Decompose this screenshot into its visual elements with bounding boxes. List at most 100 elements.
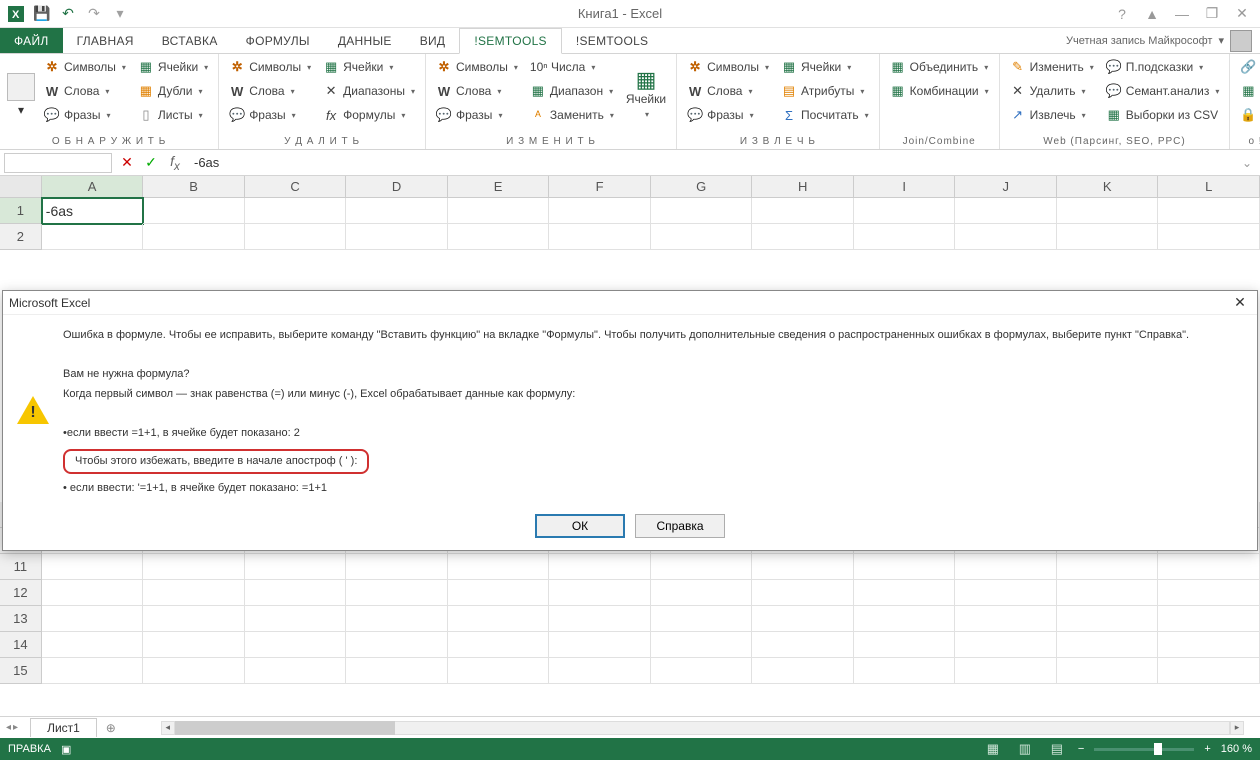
phrases-button[interactable]: 💬Фразы▾ xyxy=(432,104,522,126)
cell[interactable] xyxy=(854,658,956,684)
tab-semtools-2[interactable]: !SEMTools xyxy=(562,28,663,53)
cells-button[interactable]: ▦Ячейки▾ xyxy=(134,56,212,78)
name-box[interactable] xyxy=(4,153,112,173)
cell[interactable] xyxy=(245,580,347,606)
words-button[interactable]: WСлова▾ xyxy=(432,80,522,102)
dialog-close-button[interactable]: ✕ xyxy=(1229,294,1251,312)
cell[interactable] xyxy=(245,198,347,224)
zoom-out-button[interactable]: − xyxy=(1078,743,1084,755)
row-header[interactable]: 12 xyxy=(0,580,42,606)
col-header-i[interactable]: I xyxy=(854,176,956,197)
phrases-button[interactable]: 💬Фразы▾ xyxy=(683,104,773,126)
tab-home[interactable]: ГЛАВНАЯ xyxy=(63,28,148,53)
tab-view[interactable]: ВИД xyxy=(406,28,460,53)
cells-button[interactable]: ▦Ячейки▾ xyxy=(777,56,873,78)
col-header-l[interactable]: L xyxy=(1158,176,1260,197)
zoom-value[interactable]: 160 % xyxy=(1221,743,1252,755)
cell[interactable] xyxy=(752,580,854,606)
save-button[interactable]: 💾 xyxy=(30,3,54,25)
cell[interactable] xyxy=(245,554,347,580)
words-button[interactable]: WСлова▾ xyxy=(225,80,315,102)
cell[interactable] xyxy=(42,632,144,658)
cell[interactable] xyxy=(854,580,956,606)
cell[interactable] xyxy=(651,580,753,606)
phrases-button[interactable]: 💬Фразы▾ xyxy=(225,104,315,126)
cell[interactable] xyxy=(448,224,550,250)
formulas-button[interactable]: fxФормулы▾ xyxy=(319,104,419,126)
cell[interactable] xyxy=(549,606,651,632)
cell[interactable] xyxy=(143,580,245,606)
cell[interactable] xyxy=(854,198,956,224)
horizontal-scrollbar[interactable]: ◂ ▸ xyxy=(161,721,1244,735)
cell[interactable] xyxy=(549,554,651,580)
cell[interactable] xyxy=(854,224,956,250)
cell[interactable] xyxy=(752,658,854,684)
col-header-h[interactable]: H xyxy=(752,176,854,197)
cell[interactable] xyxy=(651,606,753,632)
cell[interactable] xyxy=(651,554,753,580)
cell[interactable] xyxy=(245,632,347,658)
cell[interactable] xyxy=(1057,554,1159,580)
cell[interactable] xyxy=(549,632,651,658)
cell[interactable] xyxy=(955,580,1057,606)
cancel-edit-button[interactable]: ✕ xyxy=(116,153,138,173)
cell[interactable] xyxy=(651,198,753,224)
cell[interactable] xyxy=(1158,198,1260,224)
cell[interactable] xyxy=(346,580,448,606)
merge-button[interactable]: ▦Объединить▾ xyxy=(886,56,993,78)
cell[interactable] xyxy=(143,606,245,632)
license-button[interactable]: 🔒Лицензия▾ xyxy=(1236,104,1260,126)
range-button[interactable]: ▦Диапазон▾ xyxy=(526,80,618,102)
tab-formulas[interactable]: ФОРМУЛЫ xyxy=(232,28,324,53)
extract-button[interactable]: ↗Извлечь▾ xyxy=(1006,104,1098,126)
cell[interactable] xyxy=(448,580,550,606)
cell[interactable] xyxy=(1158,580,1260,606)
cell[interactable] xyxy=(1158,554,1260,580)
cell[interactable] xyxy=(1057,580,1159,606)
cell[interactable] xyxy=(448,554,550,580)
select-all-corner[interactable] xyxy=(0,176,42,197)
cell[interactable] xyxy=(448,606,550,632)
cell[interactable] xyxy=(346,606,448,632)
sheets-button[interactable]: ▯Листы▾ xyxy=(134,104,212,126)
row-header[interactable]: 1 xyxy=(0,198,42,224)
expand-formula-bar[interactable]: ⌄ xyxy=(1238,156,1256,170)
cell[interactable] xyxy=(549,658,651,684)
cell[interactable] xyxy=(854,554,956,580)
cell[interactable] xyxy=(1057,606,1159,632)
col-header-j[interactable]: J xyxy=(955,176,1057,197)
sheet-tab[interactable]: Лист1 xyxy=(30,718,97,737)
delete-button[interactable]: ✕Удалить▾ xyxy=(1006,80,1098,102)
cell[interactable] xyxy=(42,580,144,606)
cell[interactable] xyxy=(346,198,448,224)
restore-button[interactable]: ❐ xyxy=(1198,3,1226,25)
symbols-button[interactable]: ✲Символы▾ xyxy=(432,56,522,78)
row-header[interactable]: 15 xyxy=(0,658,42,684)
redo-button[interactable]: ↷ xyxy=(82,3,106,25)
count-button[interactable]: ΣПосчитать▾ xyxy=(777,104,873,126)
links-button[interactable]: 🔗Ссылки▾ xyxy=(1236,56,1260,78)
row-header[interactable]: 11 xyxy=(0,554,42,580)
symbols-button[interactable]: ✲Символы▾ xyxy=(225,56,315,78)
cell[interactable] xyxy=(1057,198,1159,224)
cell[interactable] xyxy=(752,224,854,250)
row-header[interactable]: 2 xyxy=(0,224,42,250)
minimize-button[interactable]: — xyxy=(1168,3,1196,25)
symbols-button[interactable]: ✲Символы▾ xyxy=(40,56,130,78)
cell[interactable] xyxy=(651,632,753,658)
numbers-button[interactable]: 10ⁿ Числа▾ xyxy=(526,56,618,78)
cell[interactable] xyxy=(42,224,144,250)
phrases-button[interactable]: 💬Фразы▾ xyxy=(40,104,130,126)
cell[interactable] xyxy=(143,198,245,224)
cell[interactable] xyxy=(346,554,448,580)
cell[interactable] xyxy=(651,658,753,684)
cells-button[interactable]: ▦Ячейки▾ xyxy=(319,56,419,78)
replace-button[interactable]: ᴬЗаменить▾ xyxy=(526,104,618,126)
col-header-k[interactable]: K xyxy=(1057,176,1159,197)
col-header-c[interactable]: C xyxy=(245,176,347,197)
cell[interactable] xyxy=(854,606,956,632)
combinations-button[interactable]: ▦Комбинации▾ xyxy=(886,80,993,102)
qat-customize-icon[interactable]: ▾ xyxy=(108,3,132,25)
col-header-g[interactable]: G xyxy=(651,176,753,197)
close-button[interactable]: ✕ xyxy=(1228,3,1256,25)
